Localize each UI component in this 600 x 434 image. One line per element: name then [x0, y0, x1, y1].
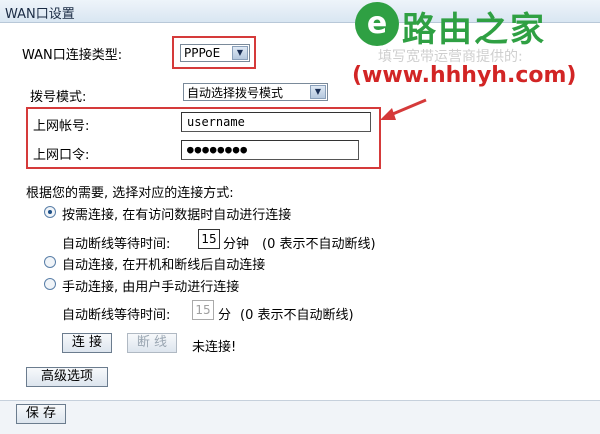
connect-button[interactable]: 连 接	[62, 333, 112, 353]
connection-type-value: PPPoE	[184, 46, 221, 60]
brand-logo-icon: e	[355, 2, 399, 46]
wait-time-label: 自动断线等待时间:	[62, 237, 171, 252]
on-demand-label: 按需连接, 在有访问数据时自动进行连接	[62, 208, 292, 223]
connection-status: 未连接!	[192, 340, 237, 355]
manual-wait-time-label: 自动断线等待时间:	[62, 308, 171, 323]
advanced-options-button[interactable]: 高级选项	[26, 367, 108, 387]
save-button[interactable]: 保 存	[16, 404, 66, 424]
connection-type-select[interactable]: PPPoE ▼	[180, 44, 250, 62]
account-input[interactable]: username	[181, 112, 371, 132]
wait-time-hint: (0 表示不自动断线)	[262, 237, 376, 252]
password-label: 上网口令:	[33, 148, 90, 163]
account-label: 上网帐号:	[33, 119, 90, 134]
manual-wait-time-input[interactable]: 15	[192, 300, 214, 320]
page-title: WAN口设置	[5, 7, 75, 22]
dial-mode-label: 拨号模式:	[30, 90, 87, 105]
wait-time-input[interactable]: 15	[198, 229, 220, 249]
dial-mode-value: 自动选择拨号模式	[187, 85, 284, 100]
dial-mode-select[interactable]: 自动选择拨号模式 ▼	[183, 83, 328, 101]
manual-wait-time-hint: (0 表示不自动断线)	[240, 308, 354, 323]
manual-wait-time-unit: 分	[218, 308, 232, 323]
arrow-icon	[380, 98, 427, 120]
wait-time-unit: 分钟	[223, 237, 250, 252]
brand-name: 路由之家	[402, 10, 546, 50]
chevron-down-icon[interactable]: ▼	[310, 85, 326, 99]
on-demand-radio[interactable]	[44, 206, 56, 218]
manual-connect-label: 手动连接, 由用户手动进行连接	[62, 280, 240, 295]
watermark-url: (www.hhhyh.com)	[352, 63, 577, 88]
connection-type-label: WAN口连接类型:	[22, 48, 123, 63]
footer-bar	[0, 400, 600, 434]
manual-connect-radio[interactable]	[44, 278, 56, 290]
mode-heading: 根据您的需要, 选择对应的连接方式:	[26, 186, 234, 201]
chevron-down-icon[interactable]: ▼	[232, 46, 248, 60]
disconnect-button[interactable]: 断 线	[127, 333, 177, 353]
password-input[interactable]: ●●●●●●●●	[181, 140, 359, 160]
auto-connect-label: 自动连接, 在开机和断线后自动连接	[62, 258, 266, 273]
auto-connect-radio[interactable]	[44, 256, 56, 268]
